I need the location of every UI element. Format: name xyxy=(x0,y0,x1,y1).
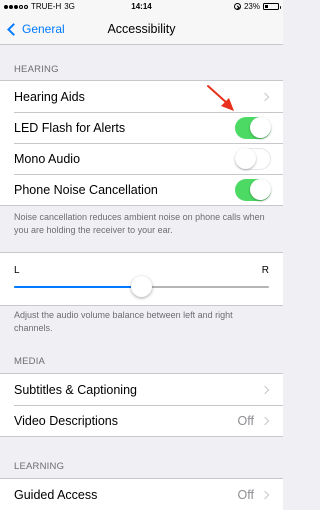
row-subtitles-captioning[interactable]: Subtitles & Captioning xyxy=(0,374,283,405)
row-label: Video Descriptions xyxy=(14,413,118,428)
row-label: Phone Noise Cancellation xyxy=(14,182,158,197)
media-group: Subtitles & Captioning Video Description… xyxy=(0,373,283,437)
learning-group: Guided Access Off xyxy=(0,478,283,510)
back-button-label: General xyxy=(22,22,65,36)
section-header-learning: LEARNING xyxy=(14,461,65,472)
balance-slider-track[interactable] xyxy=(14,276,269,297)
annotation-arrow-icon xyxy=(207,85,234,111)
status-bar: TRUE-H 3G 14:14 23% xyxy=(0,0,283,14)
balance-right-label: R xyxy=(261,265,269,276)
mono-audio-toggle[interactable] xyxy=(235,147,271,170)
chevron-right-icon xyxy=(260,490,270,499)
arrow-shaft xyxy=(207,85,229,105)
rotation-lock-icon xyxy=(233,3,241,10)
balance-slider-thumb[interactable] xyxy=(131,276,152,297)
row-mono-audio: Mono Audio xyxy=(0,143,283,174)
navigation-bar: Accessibility General xyxy=(0,14,283,45)
row-value: Off xyxy=(237,413,254,428)
toggle-knob xyxy=(235,147,256,169)
noise-cancellation-footer: Noise cancellation reduces ambient noise… xyxy=(14,212,265,235)
chevron-left-icon xyxy=(7,22,20,36)
row-label: LED Flash for Alerts xyxy=(14,120,126,135)
section-header-hearing: HEARING xyxy=(14,64,59,75)
row-label: Subtitles & Captioning xyxy=(14,382,137,397)
back-button[interactable]: General xyxy=(7,14,65,44)
hearing-group: Hearing Aids LED Flash for Alerts Mono A… xyxy=(0,80,283,206)
status-right: 23% xyxy=(233,2,281,11)
section-header-media: MEDIA xyxy=(14,356,46,367)
row-phone-noise-cancellation: Phone Noise Cancellation xyxy=(0,174,283,205)
row-value: Off xyxy=(237,487,254,502)
chevron-right-icon xyxy=(260,92,270,101)
balance-slider-fill xyxy=(14,286,142,288)
balance-left-label: L xyxy=(14,265,20,276)
row-hearing-aids[interactable]: Hearing Aids xyxy=(0,81,283,112)
battery-icon xyxy=(263,3,281,10)
toggle-knob xyxy=(249,117,271,138)
led-flash-toggle[interactable] xyxy=(235,116,271,139)
row-label: Guided Access xyxy=(14,487,98,502)
battery-fill xyxy=(265,5,268,8)
battery-percent: 23% xyxy=(243,2,260,11)
chevron-right-icon xyxy=(260,385,270,394)
row-video-descriptions[interactable]: Video Descriptions Off xyxy=(0,405,283,436)
toggle-knob xyxy=(249,179,271,200)
row-guided-access[interactable]: Guided Access Off xyxy=(0,479,283,510)
chevron-right-icon xyxy=(260,416,270,425)
balance-slider-group: L R xyxy=(0,252,283,306)
row-led-flash-for-alerts: LED Flash for Alerts xyxy=(0,112,283,143)
balance-footer: Adjust the audio volume balance between … xyxy=(14,310,233,333)
row-label: Mono Audio xyxy=(14,151,81,166)
noise-cancellation-toggle[interactable] xyxy=(235,178,271,201)
